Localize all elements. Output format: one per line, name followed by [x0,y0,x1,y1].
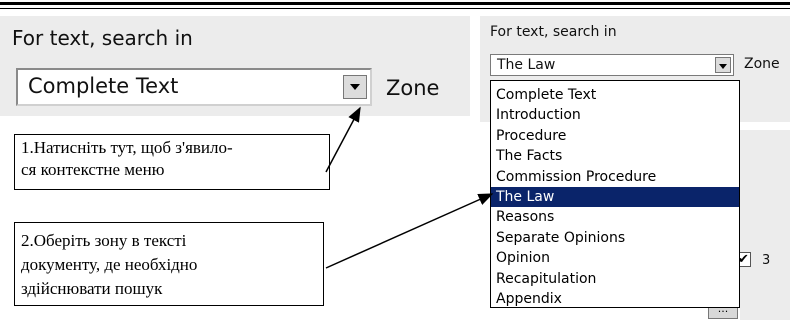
callout-arrows [325,106,494,269]
arrow-to-dropdown-button [325,106,361,173]
arrow-to-dropdown-list [325,193,494,269]
